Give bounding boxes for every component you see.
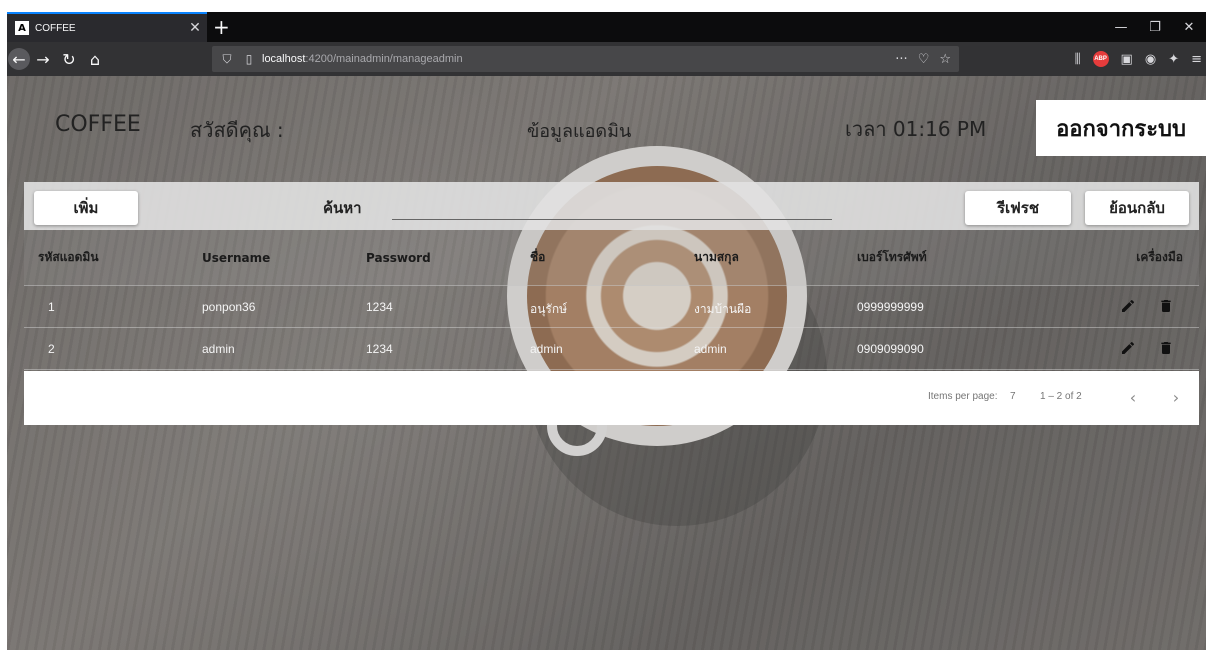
browser-window: A COFFEE ✕ + — ❐ ✕ ← → ↻ ⌂ ⛉ ▯ localhost… xyxy=(7,12,1206,650)
search-input[interactable] xyxy=(392,196,832,220)
url-actions: ··· ♡ ☆ xyxy=(895,46,951,72)
tab-favicon-icon: A xyxy=(15,21,29,35)
col-tools: เครื่องมือ xyxy=(1136,250,1183,264)
tab-title: COFFEE xyxy=(35,22,76,34)
forward-arrow-icon[interactable]: → xyxy=(30,46,56,72)
bookmark-star-icon[interactable]: ☆ xyxy=(939,52,951,67)
cell-last-name: งามบ้านผือ xyxy=(694,302,752,316)
shield-icon[interactable]: ⛉ xyxy=(220,52,234,67)
menu-icon[interactable]: ≡ xyxy=(1191,52,1202,67)
paginator: Items per page: 7 1 – 2 of 2 ‹ › xyxy=(24,371,1199,425)
adblock-icon[interactable]: ABP xyxy=(1092,51,1109,67)
app-header: COFFEE สวัสดีคุณ : ข้อมูลแอดมิน เวลา 01:… xyxy=(7,76,1206,162)
logout-button[interactable]: ออกจากระบบ xyxy=(1036,100,1206,156)
extensions-icon[interactable]: ✦ xyxy=(1168,52,1179,67)
cell-last-name: admin xyxy=(694,342,727,356)
url-path: :4200/mainadmin/manageadmin xyxy=(305,53,463,65)
greeting-text: สวัสดีคุณ : xyxy=(190,118,284,142)
tab-bar: A COFFEE ✕ + — ❐ ✕ xyxy=(7,12,1206,42)
cell-phone: 0909099090 xyxy=(857,342,924,356)
page-title: ข้อมูลแอดมิน xyxy=(527,121,632,142)
col-first-name: ชื่อ xyxy=(530,250,546,264)
cell-phone: 0999999999 xyxy=(857,300,924,314)
home-icon[interactable]: ⌂ xyxy=(82,46,108,72)
col-admin-id: รหัสแอดมิน xyxy=(38,250,99,264)
table-row: 1 ponpon36 1234 อนุรักษ์ งามบ้านผือ 0999… xyxy=(24,286,1199,328)
cell-username: admin xyxy=(202,342,235,356)
cell-admin-id: 1 xyxy=(48,300,55,314)
cell-password: 1234 xyxy=(366,300,393,314)
admin-panel: เพิ่ม ค้นหา รีเฟรช ย้อนกลับ รหัสแอดมิน U… xyxy=(24,182,1199,425)
col-phone: เบอร์โทรศัพท์ xyxy=(857,250,927,264)
col-password: Password xyxy=(366,250,431,265)
col-username: Username xyxy=(202,250,271,265)
pencil-icon[interactable] xyxy=(1120,297,1136,315)
browser-tab[interactable]: A COFFEE ✕ xyxy=(7,12,207,42)
pencil-icon[interactable] xyxy=(1120,339,1136,357)
table-row: 2 admin 1234 admin admin 0909099090 xyxy=(24,328,1199,370)
table-header: รหัสแอดมิน Username Password ชื่อ นามสกุ… xyxy=(24,230,1199,286)
minimize-icon[interactable]: — xyxy=(1104,12,1138,42)
cell-first-name: admin xyxy=(530,342,563,356)
page-range: 1 – 2 of 2 xyxy=(1040,391,1082,402)
brand-title: COFFEE xyxy=(55,112,141,137)
clock-text: เวลา 01:16 PM xyxy=(845,117,987,141)
back-button[interactable]: ย้อนกลับ xyxy=(1085,191,1189,225)
trash-icon[interactable] xyxy=(1158,297,1174,315)
cell-username: ponpon36 xyxy=(202,300,256,314)
new-tab-button[interactable]: + xyxy=(213,14,230,40)
account-icon[interactable]: ◉ xyxy=(1145,52,1156,67)
admin-table: รหัสแอดมิน Username Password ชื่อ นามสกุ… xyxy=(24,230,1199,370)
col-last-name: นามสกุล xyxy=(694,250,739,264)
next-page-icon[interactable]: › xyxy=(1164,384,1188,410)
cell-admin-id: 2 xyxy=(48,342,55,356)
restore-icon[interactable]: ❐ xyxy=(1138,12,1172,42)
browser-toolbar-right: ⫼ ABP ▣ ◉ ✦ ≡ xyxy=(1075,46,1206,72)
cell-first-name: อนุรักษ์ xyxy=(530,302,568,316)
close-tab-icon[interactable]: ✕ xyxy=(183,20,207,36)
url-host: localhost xyxy=(262,53,306,65)
panel-toolbar: เพิ่ม ค้นหา รีเฟรช ย้อนกลับ xyxy=(24,182,1199,230)
add-button[interactable]: เพิ่ม xyxy=(34,191,138,225)
window-close-icon[interactable]: ✕ xyxy=(1172,12,1206,42)
pocket-icon[interactable]: ♡ xyxy=(918,52,930,67)
page-content: COFFEE สวัสดีคุณ : ข้อมูลแอดมิน เวลา 01:… xyxy=(7,76,1206,650)
window-controls: — ❐ ✕ xyxy=(1104,12,1206,42)
items-per-page-select[interactable]: 7 xyxy=(1010,391,1016,402)
refresh-button[interactable]: รีเฟรช xyxy=(965,191,1071,225)
cell-password: 1234 xyxy=(366,342,393,356)
reload-icon[interactable]: ↻ xyxy=(56,46,82,72)
previous-page-icon[interactable]: ‹ xyxy=(1121,384,1145,410)
reader-view-icon[interactable]: ▣ xyxy=(1121,52,1133,67)
search-label: ค้นหา xyxy=(323,199,362,217)
trash-icon[interactable] xyxy=(1158,339,1174,357)
items-per-page-label: Items per page: xyxy=(928,391,998,402)
library-icon[interactable]: ⫼ xyxy=(1075,52,1081,67)
nav-bar: ← → ↻ ⌂ ⛉ ▯ localhost:4200/mainadmin/man… xyxy=(7,42,1206,76)
url-text[interactable]: localhost:4200/mainadmin/manageadmin xyxy=(262,53,463,65)
more-actions-icon[interactable]: ··· xyxy=(895,52,907,67)
back-arrow-icon[interactable]: ← xyxy=(8,48,30,70)
url-bar[interactable]: ⛉ ▯ localhost:4200/mainadmin/manageadmin… xyxy=(212,46,959,72)
page-info-icon[interactable]: ▯ xyxy=(242,52,256,66)
